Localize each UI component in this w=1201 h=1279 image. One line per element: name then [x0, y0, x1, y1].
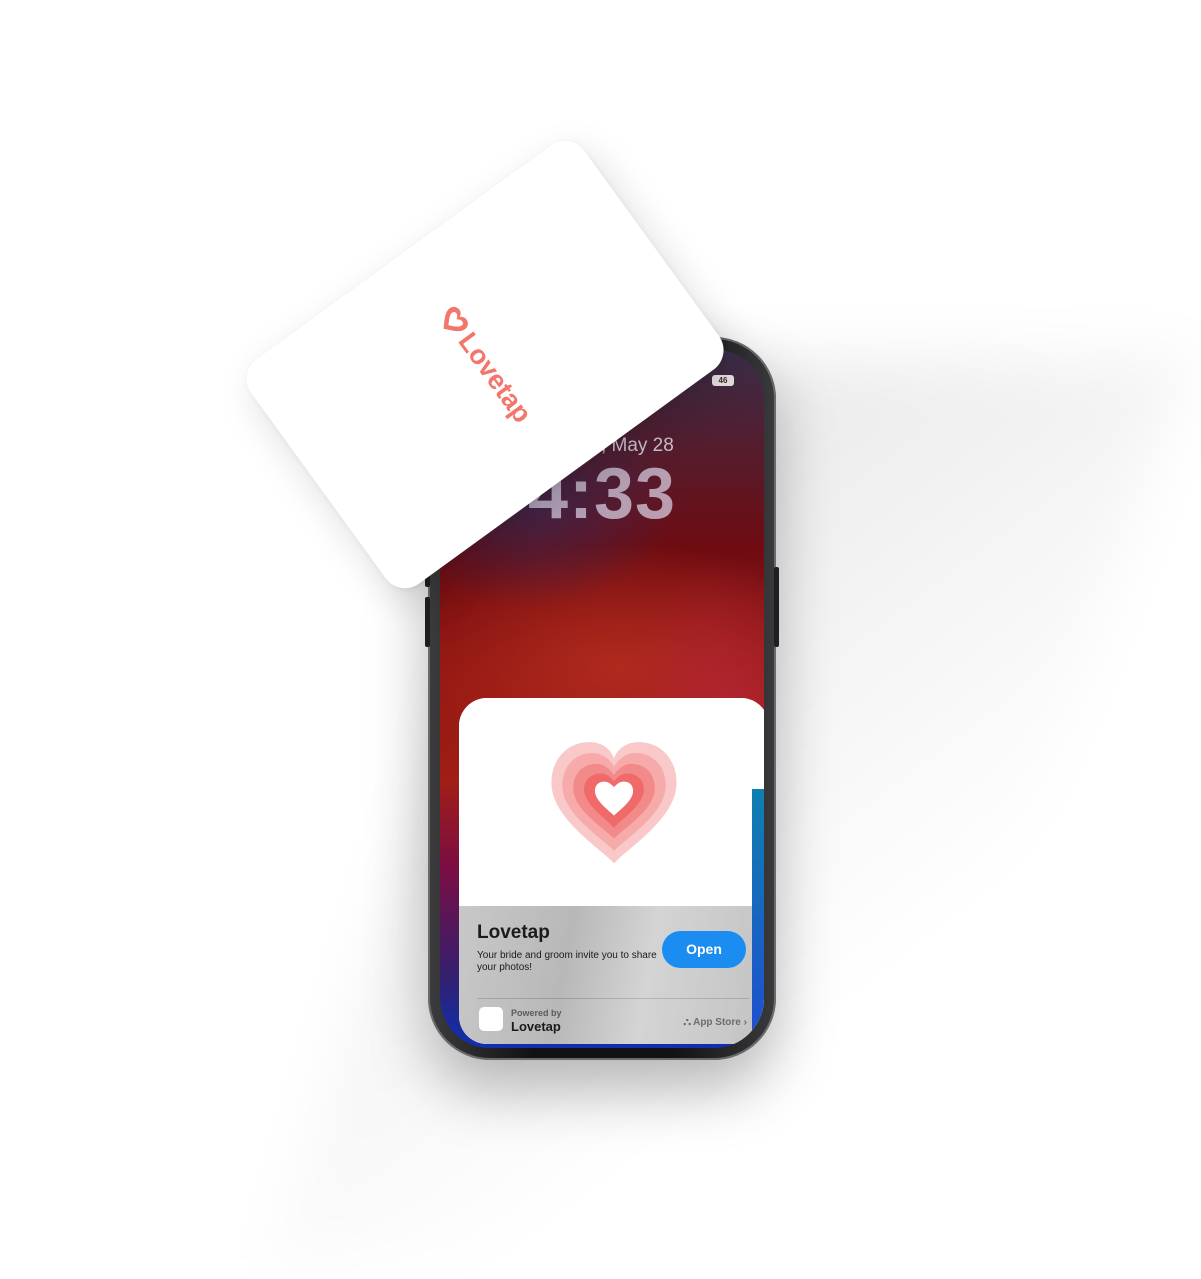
- card-logo: Lovetap: [433, 301, 538, 429]
- volume-button: [425, 597, 430, 647]
- app-clip-info: Lovetap Your bride and groom invite you …: [459, 906, 764, 1044]
- layered-heart-icon: [551, 742, 677, 864]
- app-description: Your bride and groom invite you to share…: [477, 950, 657, 973]
- app-clip-hero: [459, 698, 764, 906]
- divider: [477, 998, 749, 999]
- powered-by-label: Powered by: [511, 1008, 562, 1018]
- power-button: [774, 567, 779, 647]
- app-store-icon: ⛬: [683, 1016, 692, 1028]
- app-store-label: App Store: [693, 1017, 741, 1028]
- app-store-link[interactable]: ⛬ App Store ›: [683, 1016, 747, 1029]
- open-button[interactable]: Open: [662, 931, 746, 968]
- app-logo: [479, 1007, 503, 1031]
- app-name: Lovetap: [477, 922, 550, 943]
- app-clip-card: Lovetap Your bride and groom invite you …: [459, 698, 764, 1044]
- powered-by-name: Lovetap: [511, 1019, 561, 1034]
- chevron-right-icon: ›: [743, 1017, 747, 1028]
- battery-indicator: 46: [712, 375, 734, 386]
- card-brand: Lovetap: [452, 326, 538, 428]
